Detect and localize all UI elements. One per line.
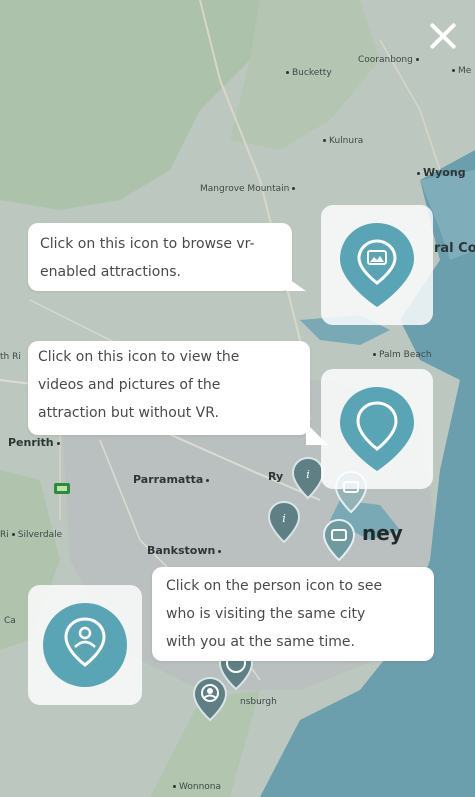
person-icon-card[interactable] bbox=[28, 585, 142, 705]
vr-attraction-icon-card[interactable] bbox=[321, 205, 433, 325]
tooltip-person-line-1: Click on the person icon to see bbox=[166, 578, 383, 594]
tooltip-tail bbox=[286, 277, 306, 291]
map-label-central-coast: ral Coa bbox=[434, 241, 475, 256]
tooltip-browse-line-2: enabled attractions. bbox=[40, 264, 181, 280]
map-label-mangrove-mountain: Mangrove Mountain bbox=[200, 184, 298, 194]
map-person-pin-icon[interactable] bbox=[192, 676, 228, 722]
tooltip-view-attraction: Click on this icon to view the videos an… bbox=[28, 341, 328, 445]
map-tour-screen: Bucketty Cooranbong Me Kulnura Wyong Man… bbox=[0, 0, 475, 797]
map-label-bucketty: Bucketty bbox=[283, 68, 332, 78]
map-attraction-pin-icon[interactable]: i bbox=[291, 456, 325, 500]
tooltip-view-line-2: videos and pictures of the bbox=[38, 377, 221, 393]
tooltip-browse-vr: Click on this icon to browse vr- enabled… bbox=[28, 223, 306, 291]
map-label-th-ri: th Ri bbox=[0, 352, 21, 362]
map-vr-pin-icon[interactable] bbox=[322, 518, 356, 562]
map-label-bankstown: Bankstown bbox=[147, 544, 224, 557]
map-label-me: Me bbox=[449, 66, 471, 76]
tooltip-view-line-3: attraction but without VR. bbox=[38, 405, 219, 421]
map-label-nsburgh: nsburgh bbox=[240, 697, 277, 707]
person-pin-icon bbox=[43, 603, 127, 687]
map-label-ry: Ry bbox=[268, 470, 284, 483]
map-label-sydney: ney bbox=[362, 521, 403, 545]
tooltip-person-line-2: who is visiting the same city bbox=[166, 606, 366, 622]
map-attraction-pin-icon[interactable]: i bbox=[267, 500, 301, 544]
svg-text:i: i bbox=[282, 512, 286, 525]
tooltip-view-line-1: Click on this icon to view the bbox=[38, 349, 240, 365]
map-label-wyong: Wyong bbox=[414, 166, 466, 179]
map-label-parramatta: Parramatta bbox=[133, 473, 212, 486]
tooltip-browse-line-1: Click on this icon to browse vr- bbox=[40, 236, 255, 252]
close-button[interactable] bbox=[425, 18, 461, 54]
vr-attraction-pin-icon bbox=[340, 223, 414, 307]
svg-text:i: i bbox=[306, 468, 310, 481]
attraction-icon-card[interactable] bbox=[321, 369, 433, 489]
tooltip-person: Click on the person icon to see who is v… bbox=[152, 567, 434, 661]
map-label-cooranbong: Cooranbong bbox=[358, 55, 422, 65]
map-label-palm-beach: Palm Beach bbox=[370, 350, 432, 360]
map-label-kulnura: Kulnura bbox=[320, 136, 363, 146]
map-label-penrith: Penrith bbox=[8, 436, 63, 449]
map-label-ca: Ca bbox=[4, 616, 16, 626]
map-label-silverdale: Ri Silverdale bbox=[0, 530, 63, 540]
map-label-wonnona: Wonnona bbox=[170, 782, 221, 792]
attraction-pin-icon bbox=[340, 387, 414, 471]
tooltip-person-line-3: with you at the same time. bbox=[166, 634, 355, 650]
